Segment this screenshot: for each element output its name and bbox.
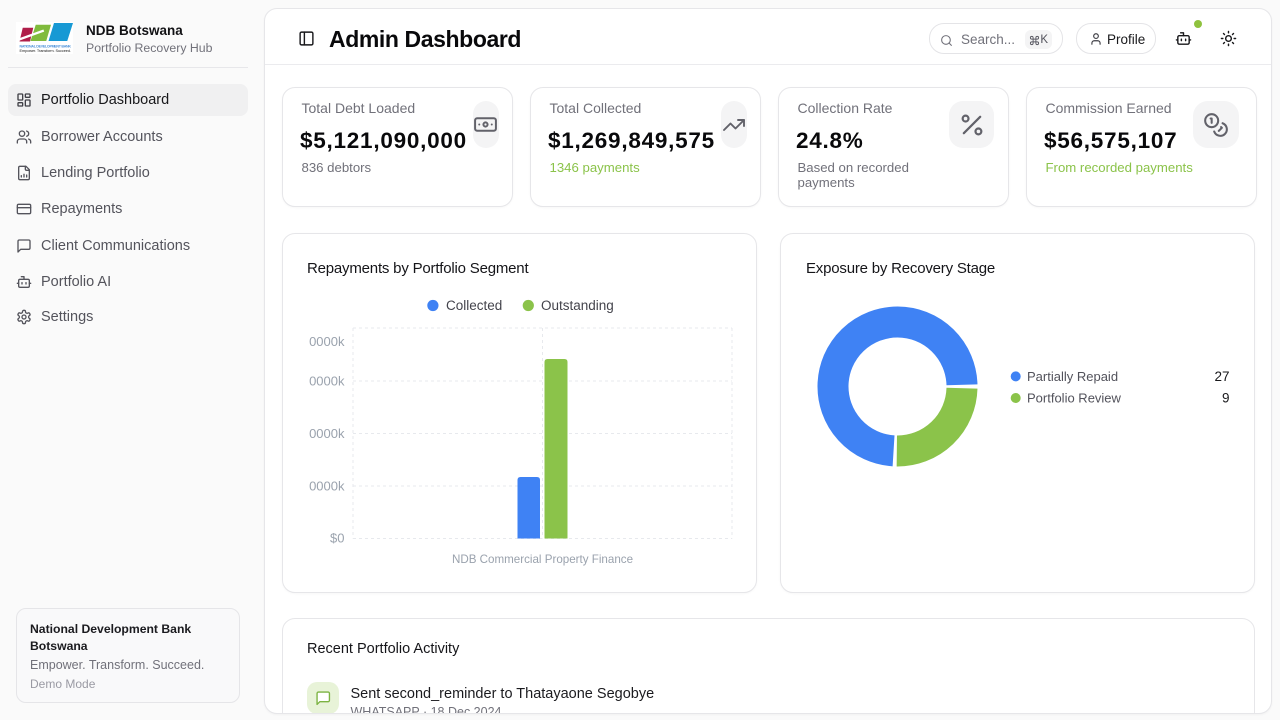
svg-text:Portfolio Review: Portfolio Review (1027, 391, 1122, 406)
svg-text:0000k: 0000k (309, 334, 345, 349)
svg-text:0000k: 0000k (309, 373, 345, 388)
svg-text:Partially Repaid: Partially Repaid (1027, 369, 1118, 384)
svg-text:27: 27 (1214, 369, 1229, 384)
svg-text:Collected: Collected (446, 298, 502, 313)
svg-text:NDB Commercial Property Financ: NDB Commercial Property Finance (452, 553, 633, 566)
svg-text:Outstanding: Outstanding (541, 298, 614, 313)
svg-text:0000k: 0000k (309, 426, 345, 441)
svg-text:9: 9 (1222, 391, 1230, 406)
svg-text:0000k: 0000k (309, 478, 345, 493)
svg-text:Empower. Transform. Succeed.: Empower. Transform. Succeed. (20, 48, 72, 53)
svg-text:$0: $0 (330, 530, 344, 545)
